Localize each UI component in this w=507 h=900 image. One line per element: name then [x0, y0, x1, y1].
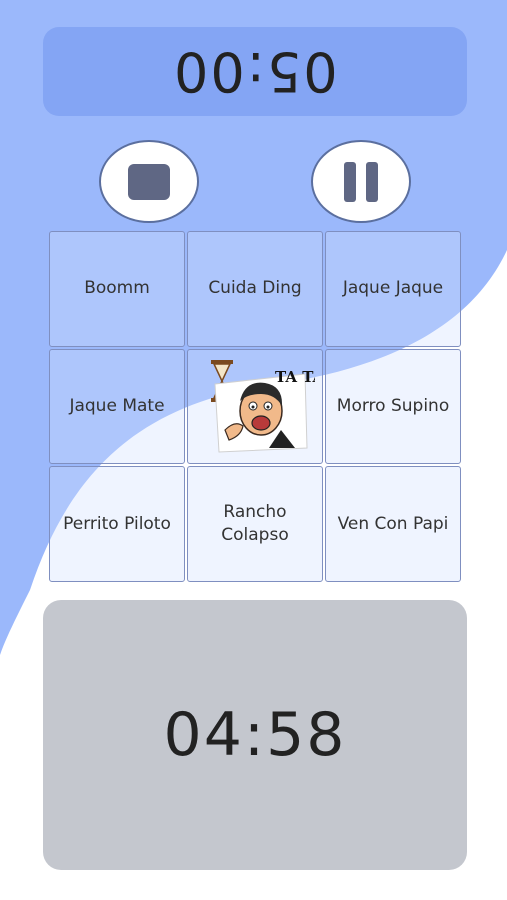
sound-button-label: Cuida Ding: [208, 278, 302, 299]
sound-button-jaque-mate[interactable]: Jaque Mate: [49, 348, 185, 465]
sound-button-rancho-colapso[interactable]: Rancho Colapso: [187, 466, 323, 582]
sound-button-ven-con-papi[interactable]: Ven Con Papi: [325, 466, 461, 582]
sound-button-ta-ta-ta[interactable]: TA TA TA TA: [187, 348, 323, 465]
sound-button-morro-supino[interactable]: Morro Supino: [325, 348, 461, 465]
sound-button-label: Ven Con Papi: [337, 513, 449, 534]
player-one-timer[interactable]: 05:00: [43, 27, 467, 116]
sound-button-cuida-ding[interactable]: Cuida Ding: [187, 231, 323, 347]
player-two-timer[interactable]: 04:58: [43, 600, 467, 870]
sound-button-label: Boomm: [84, 278, 150, 299]
player-two-timer-value: 04:58: [163, 700, 347, 770]
stop-icon: [128, 163, 170, 200]
app-screen: 05:00 Boomm Cuida Ding Jaque Jaque Jaque…: [0, 0, 507, 900]
sound-button-label: Perrito Piloto: [63, 513, 171, 534]
sound-button-boomm[interactable]: Boomm: [49, 231, 185, 347]
sound-grid: Boomm Cuida Ding Jaque Jaque Jaque Mate: [49, 231, 461, 582]
sound-button-label: Morro Supino: [336, 396, 450, 417]
sound-button-label: Jaque Mate: [69, 396, 165, 417]
player-one-timer-value: 05:00: [172, 40, 338, 103]
sound-button-label: Jaque Jaque: [342, 278, 444, 299]
svg-text:TA TA TA TA: TA TA TA TA: [275, 368, 315, 386]
sound-button-jaque-jaque[interactable]: Jaque Jaque: [325, 231, 461, 347]
pause-icon: [344, 161, 378, 202]
stop-button[interactable]: [99, 140, 199, 223]
pause-button[interactable]: [311, 140, 411, 223]
sound-button-perrito-piloto[interactable]: Perrito Piloto: [49, 466, 185, 582]
sound-button-label: Rancho Colapso: [221, 502, 289, 546]
cartoon-sticker-image: TA TA TA TA: [211, 360, 315, 454]
